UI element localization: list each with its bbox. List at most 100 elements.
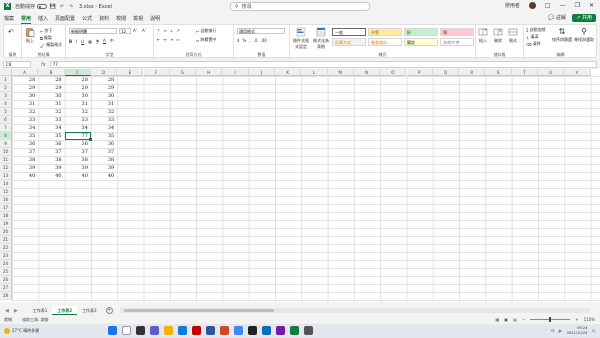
format-as-table-button[interactable]: 格式化為表格 [312,27,330,50]
row-header-6[interactable]: 6 [0,116,12,124]
row-header-24[interactable]: 24 [0,260,12,268]
row-header-11[interactable]: 11 [0,156,12,164]
notification-icon[interactable]: 🗨 [591,329,596,333]
orientation-icon[interactable]: ↗ [176,28,179,33]
cell-A1[interactable]: 28 [12,76,38,84]
column-header-R[interactable]: R [459,69,486,76]
maximize-icon[interactable]: ❐ [575,2,580,9]
column-header-K[interactable]: K [275,69,302,76]
wifi-icon[interactable]: ☷ [551,329,554,333]
comments-button[interactable]: 💬 註解 [548,14,566,21]
cell-A5[interactable]: 32 [12,108,38,116]
phonetic-icon[interactable]: 中 [110,38,114,44]
cut-button[interactable]: ✂ 剪下 [40,28,52,34]
cell-D5[interactable]: 32 [91,108,117,116]
word-icon[interactable] [206,326,215,335]
sheet-tab-1[interactable]: 工作表1 [28,306,53,315]
cell-B7[interactable]: 34 [38,124,64,132]
column-header-O[interactable]: O [380,69,407,76]
autosum-button[interactable]: Σ 自動加總 [526,27,546,33]
row-header-21[interactable]: 21 [0,236,12,244]
cell-B2[interactable]: 29 [38,84,64,92]
minimize-icon[interactable]: — [560,2,566,9]
task-view-icon[interactable] [136,326,145,335]
row-header-22[interactable]: 22 [0,244,12,252]
file-explorer-icon[interactable] [164,326,173,335]
column-header-C[interactable]: C [64,69,91,76]
spreadsheet-grid[interactable]: A B C D E F G H I J K L M N O P Q R S T U V 1 2 3 4 5 6 7 8 9 10 11 12 13 1… [0,69,600,302]
column-header-L[interactable]: L [301,69,328,76]
cell-C2[interactable]: 29 [65,84,91,92]
tab-3[interactable]: 頁面配置 [55,15,75,22]
outlook-icon[interactable] [262,326,271,335]
format-cells-button[interactable]: 格式 [508,27,518,44]
powerpoint-icon[interactable] [220,326,229,335]
underline-icon[interactable]: U [81,39,84,44]
cell-D6[interactable]: 33 [91,116,117,124]
cell-C6[interactable]: 33 [65,116,91,124]
column-header-D[interactable]: D [90,69,118,76]
excel-taskbar-icon[interactable] [290,326,299,335]
border-icon[interactable]: ▦ [88,39,92,44]
sheet-tab-3[interactable]: 工作表3 [77,306,102,315]
style-note[interactable]: 備註 [404,38,438,46]
cell-B1[interactable]: 28 [38,76,64,84]
volume-icon[interactable]: 🔊 [558,329,562,333]
cell-B4[interactable]: 31 [38,100,64,108]
fill-button[interactable]: ↓ 填滿 [526,34,538,40]
search-taskbar-icon[interactable] [122,326,131,335]
cell-A13[interactable]: 40 [12,172,38,180]
row-header-8[interactable]: 8 [0,132,12,140]
tab-0[interactable]: 檔案 [4,15,14,22]
copy-button[interactable]: ⧉ 複製 [40,35,52,41]
cell-D10[interactable]: 37 [91,148,117,156]
row-header-27[interactable]: 27 [0,284,12,292]
style-check-cell[interactable]: 檢查儲存... [368,38,402,46]
cell-A12[interactable]: 39 [12,164,38,172]
cell-C5[interactable]: 32 [65,108,91,116]
accessibility-status[interactable]: 協助工具: 調查 [22,317,49,323]
currency-icon[interactable]: $ [237,38,240,43]
cell-A8[interactable]: 35 [12,132,38,140]
cell-A6[interactable]: 33 [12,116,38,124]
row-header-9[interactable]: 9 [0,140,12,148]
column-header-I[interactable]: I [222,69,249,76]
cell-D12[interactable]: 39 [91,164,117,172]
column-header-A[interactable]: A [12,69,39,76]
acrobat-icon[interactable] [192,326,201,335]
number-format-select[interactable]: 通用格式 [237,28,285,34]
fill-color-icon[interactable]: ◈ [95,38,100,44]
row-header-16[interactable]: 16 [0,196,12,204]
terminal-icon[interactable] [248,326,257,335]
column-header-F[interactable]: F [143,69,170,76]
decrease-decimal-icon[interactable]: .00 [260,38,266,43]
scroll-thumb[interactable] [124,309,274,312]
zoom-out-icon[interactable]: − [522,317,525,322]
cell-B9[interactable]: 36 [38,140,64,148]
cell-A9[interactable]: 36 [12,140,38,148]
row-header-2[interactable]: 2 [0,84,12,92]
search-box[interactable]: ⚲ 搜尋 [230,2,370,11]
app-icon[interactable] [304,326,313,335]
onenote-icon[interactable] [276,326,285,335]
style-bad[interactable]: 壞 [440,28,474,36]
row-header-26[interactable]: 26 [0,276,12,284]
autosave-toggle[interactable]: 自動儲存 [15,3,48,10]
column-header-T[interactable]: T [511,69,538,76]
normal-view-icon[interactable]: ▦ [496,317,500,322]
cell-A11[interactable]: 38 [12,156,38,164]
sheet-next-icon[interactable]: ▶ [14,308,18,314]
row-header-10[interactable]: 10 [0,148,12,156]
cell-D4[interactable]: 31 [91,100,117,108]
cell-C4[interactable]: 31 [65,100,91,108]
cell-D8[interactable]: 35 [91,132,117,140]
cell-B5[interactable]: 32 [38,108,64,116]
row-header-19[interactable]: 19 [0,220,12,228]
percent-icon[interactable]: % [243,38,247,43]
style-neutral[interactable]: 中等 [368,28,402,36]
cell-D9[interactable]: 36 [91,140,117,148]
column-header-P[interactable]: P [406,69,433,76]
tab-8[interactable]: 說明 [150,15,160,22]
align-center-icon[interactable]: ↔ [163,37,166,42]
row-header-14[interactable]: 14 [0,180,12,188]
